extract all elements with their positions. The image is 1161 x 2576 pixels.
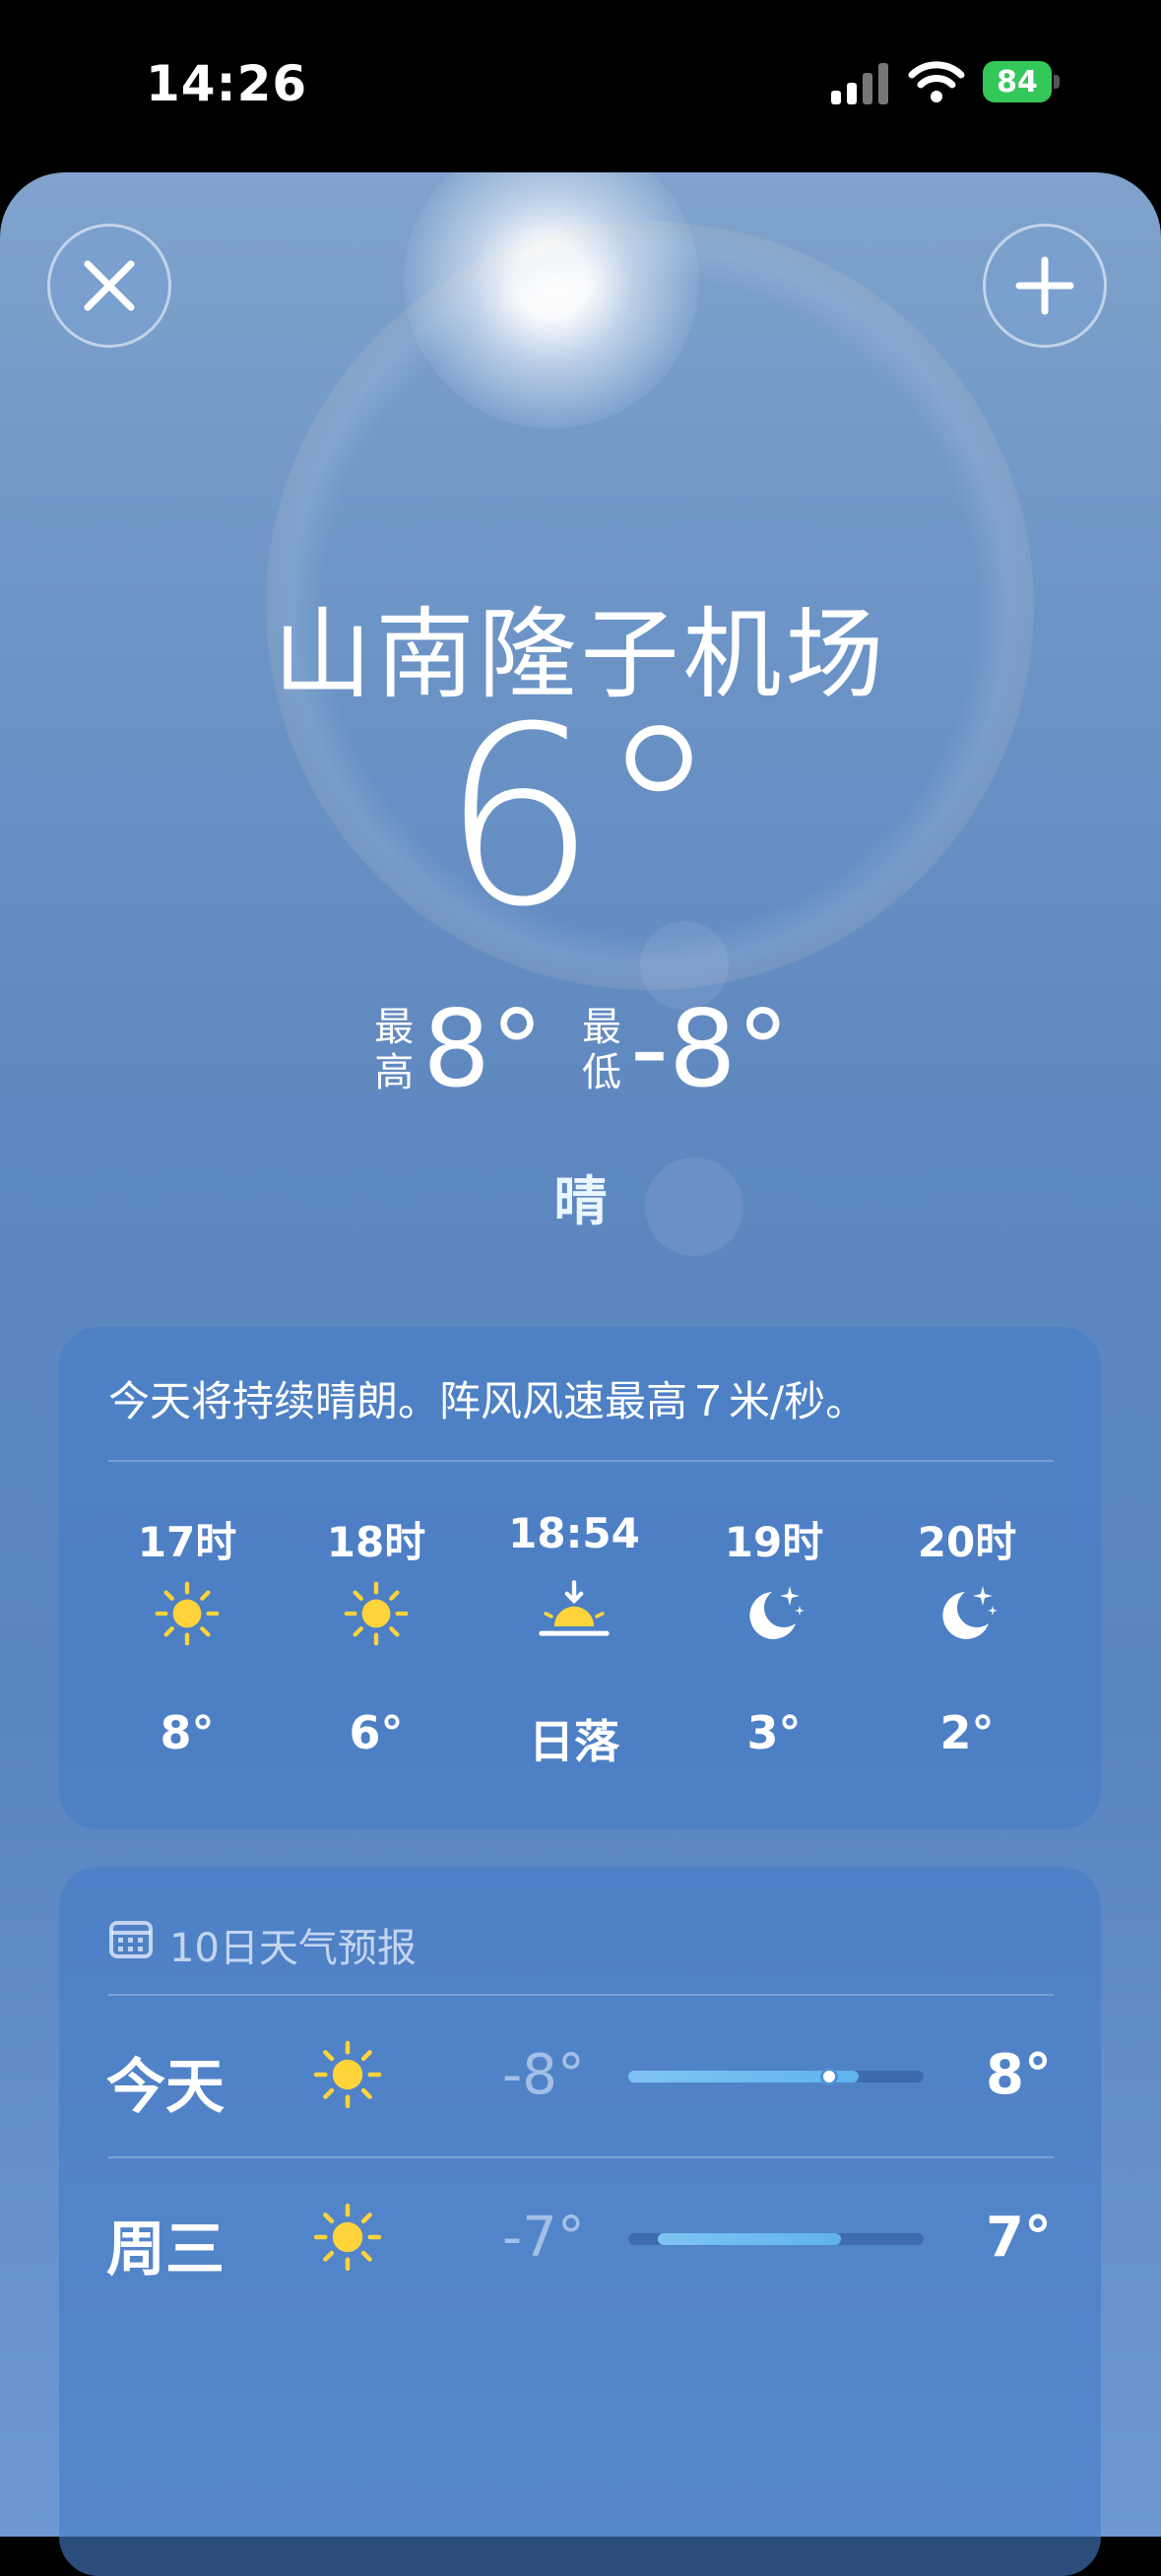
hour-label: 20时 xyxy=(917,1518,1017,1566)
status-time: 14:26 xyxy=(146,55,308,112)
low-temperature: -8° xyxy=(630,988,790,1111)
day-name: 周三 xyxy=(106,2215,225,2284)
sunset-icon xyxy=(539,1578,610,1649)
day-low-temperature: -7° xyxy=(502,2206,585,2270)
status-bar: 14:26 84 xyxy=(0,0,1161,167)
low-label: 最低 xyxy=(582,1004,622,1095)
forecast-title: 10日天气预报 xyxy=(169,1926,417,1971)
moon-stars-icon xyxy=(932,1578,1002,1649)
hour-label: 18时 xyxy=(326,1518,426,1566)
hour-temperature: 3° xyxy=(746,1706,802,1759)
ten-day-forecast-card[interactable]: 10日天气预报 今天 -8° 8° 周三 -7° 7° xyxy=(59,1867,1101,2576)
close-icon xyxy=(84,260,135,311)
hourly-forecast-card[interactable]: 今天将持续晴朗。阵风风速最高７米/秒。 17时 8° 18时 6° 18:54 … xyxy=(59,1327,1101,1829)
temperature-range-fill xyxy=(658,2233,841,2245)
close-button[interactable] xyxy=(47,224,171,348)
day-low-temperature: -8° xyxy=(502,2043,585,2107)
temperature-range-bar xyxy=(628,2068,924,2085)
hour-label: 19时 xyxy=(724,1518,824,1566)
hourly-list: 17时 8° 18时 6° 18:54 日落 19时 3° 20时 2° xyxy=(59,1327,1101,1829)
hour-temperature: 2° xyxy=(939,1706,995,1759)
sun-icon xyxy=(310,2037,385,2112)
hour-label: 17时 xyxy=(137,1518,237,1566)
high-temperature: 8° xyxy=(422,988,545,1111)
calendar-icon xyxy=(109,1921,153,1958)
sun-icon xyxy=(310,2200,385,2275)
temperature-range-bar xyxy=(628,2233,924,2245)
high-label: 最高 xyxy=(374,1004,415,1095)
battery-indicator: 84 xyxy=(983,61,1062,102)
plus-icon xyxy=(1015,256,1074,315)
current-temp-dot xyxy=(820,2068,838,2085)
forecast-day-row[interactable]: 周三 -7° 7° xyxy=(59,2158,1101,2316)
day-name: 今天 xyxy=(106,2053,225,2122)
hour-temperature: 6° xyxy=(349,1706,404,1759)
battery-level: 84 xyxy=(983,61,1052,102)
hour-label: 18:54 xyxy=(508,1509,640,1557)
add-location-button[interactable] xyxy=(983,224,1107,348)
cellular-signal-icon xyxy=(829,61,892,106)
hour-temperature: 8° xyxy=(160,1706,215,1759)
sun-icon xyxy=(341,1578,412,1649)
day-high-temperature: 8° xyxy=(986,2043,1052,2107)
forecast-day-row[interactable]: 今天 -8° 8° xyxy=(59,1996,1101,2158)
wifi-icon xyxy=(908,57,965,106)
day-high-temperature: 7° xyxy=(986,2206,1052,2270)
high-low-temperature: 最高 8° 最低 -8° xyxy=(0,988,1161,1111)
weather-condition: 晴 xyxy=(553,1170,608,1232)
moon-stars-icon xyxy=(739,1578,809,1649)
sun-icon xyxy=(152,1578,223,1649)
hour-temperature: 日落 xyxy=(529,1715,619,1768)
current-temperature: 6° xyxy=(440,674,721,960)
battery-nub xyxy=(1054,75,1060,89)
